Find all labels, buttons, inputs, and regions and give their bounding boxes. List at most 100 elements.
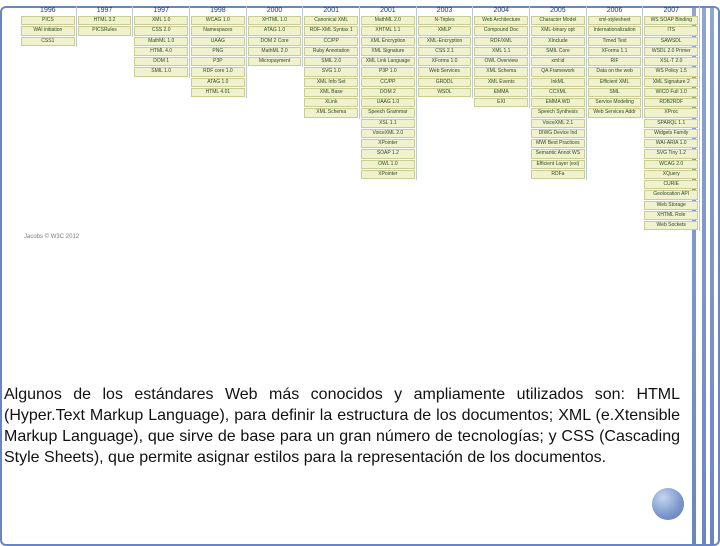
- timeline-cell: GRDDL: [418, 78, 472, 87]
- timeline-cell: HTML 3.2: [78, 16, 132, 25]
- timeline-cell: VoiceXML 2.1: [531, 119, 585, 128]
- timeline-cell: MathML 1.0: [134, 37, 188, 46]
- timeline-cell: CCXML: [531, 88, 585, 97]
- timeline-cell: WSDL: [418, 88, 472, 97]
- timeline-cell: Canonical XML: [304, 16, 358, 25]
- timeline-cell: InkML: [531, 78, 585, 87]
- timeline-cell: XProc: [644, 108, 698, 117]
- timeline-cell: XML 1.0: [134, 16, 188, 25]
- timeline-cell: Micropayment: [248, 57, 302, 66]
- timeline-cell: XHTML 1.1: [361, 26, 415, 35]
- timeline-cell: DIWG Device Ind: [531, 129, 585, 138]
- timeline-cell: HTML 4.0: [134, 47, 188, 56]
- timeline-cell: CSS 2.1: [418, 47, 472, 56]
- body-paragraph: Algunos de los estándares Web más conoci…: [4, 384, 680, 468]
- timeline-cell: SMIL Core: [531, 47, 585, 56]
- timeline-cell: QA Framework: [531, 67, 585, 76]
- timeline-year: 2001: [360, 6, 417, 15]
- timeline-year: 2001: [303, 6, 360, 15]
- timeline-cell: DOM 1: [134, 57, 188, 66]
- timeline-cell: XML-binary opt: [531, 26, 585, 35]
- timeline-cell: SML: [588, 88, 642, 97]
- timeline-cell: RDB2RDF: [644, 98, 698, 107]
- timeline-column: XML 1.0CSS 2.0MathML 1.0HTML 4.0DOM 1SMI…: [133, 15, 190, 78]
- timeline-cell: SVG Tiny 1.2: [644, 149, 698, 158]
- timeline-cell: XQuery: [644, 170, 698, 179]
- timeline-cell: XML Link Language: [361, 57, 415, 66]
- timeline-cell: XML Signature: [361, 47, 415, 56]
- timeline-cell: XInclude: [531, 37, 585, 46]
- timeline-cell: Efficient Layer (exi): [531, 160, 585, 169]
- timeline-cell: OWL 1.0: [361, 160, 415, 169]
- timeline-cell: OWL Overview: [474, 57, 528, 66]
- timeline-year: 2000: [247, 6, 304, 15]
- timeline-cell: Ruby Annotation: [304, 47, 358, 56]
- timeline-cell: Widgets Family: [644, 129, 698, 138]
- decor-stripe: [710, 8, 714, 544]
- timeline-cell: xml-stylesheet: [588, 16, 642, 25]
- timeline-columns: PICSWAI initiationCSS1HTML 3.2PICSRulesX…: [20, 15, 700, 231]
- timeline-cell: PNG: [191, 47, 245, 56]
- timeline-cell: Web Services: [418, 67, 472, 76]
- timeline-cell: Service Modeling: [588, 98, 642, 107]
- timeline-column: HTML 3.2PICSRules: [77, 15, 134, 37]
- timeline-cell: WSDL 2.0 Primer: [644, 47, 698, 56]
- decor-stripe: [702, 8, 706, 544]
- timeline-year: 1996: [20, 6, 77, 15]
- timeline-cell: WCAG 2.0: [644, 160, 698, 169]
- timeline-cell: CSS1: [21, 37, 75, 46]
- timeline-cell: XPointer: [361, 170, 415, 179]
- timeline-cell: EMMA: [474, 88, 528, 97]
- timeline-cell: ITS: [644, 26, 698, 35]
- timeline-cell: XML Schema: [304, 108, 358, 117]
- timeline-cell: SMIL 1.0: [134, 67, 188, 76]
- timeline-chart: 1996199719971998200020012001200320042005…: [20, 6, 700, 240]
- timeline-cell: Web Sockets: [644, 221, 698, 230]
- timeline-cell: XML Events: [474, 78, 528, 87]
- timeline-cell: Semantic Annot WS: [531, 149, 585, 158]
- timeline-cell: ATAG 1.0: [191, 78, 245, 87]
- timeline-cell: XSL-T 2.0: [644, 57, 698, 66]
- timeline-cell: XPointer: [361, 139, 415, 148]
- timeline-cell: WAI-ARIA 1.0: [644, 139, 698, 148]
- timeline-cell: CURIE: [644, 180, 698, 189]
- timeline-year: 2006: [587, 6, 644, 15]
- timeline-cell: DOM 2: [361, 88, 415, 97]
- timeline-cell: RDF/XML: [474, 37, 528, 46]
- timeline-year: 2004: [473, 6, 530, 15]
- timeline-cell: XML Base: [304, 88, 358, 97]
- timeline-column: xml-stylesheetInternationalizationTimed …: [587, 15, 644, 119]
- timeline-cell: Character Model: [531, 16, 585, 25]
- timeline-cell: HTML 4.01: [191, 88, 245, 97]
- timeline-cell: EXI: [474, 98, 528, 107]
- timeline-cell: Namespaces: [191, 26, 245, 35]
- timeline-cell: RIF: [588, 57, 642, 66]
- timeline-column: XHTML 1.0ATAG 1.0DOM 2 CoreMathML 2.0Mic…: [247, 15, 304, 67]
- timeline-year: 2005: [530, 6, 587, 15]
- timeline-column: MathML 2.0XHTML 1.1XML EncryptionXML Sig…: [360, 15, 417, 180]
- timeline-year: 1997: [77, 6, 134, 15]
- timeline-cell: ATAG 1.0: [248, 26, 302, 35]
- timeline-cell: XML Schema: [474, 67, 528, 76]
- timeline-cell: Web Storage: [644, 201, 698, 210]
- timeline-cell: XLink: [304, 98, 358, 107]
- timeline-years-row: 1996199719971998200020012001200320042005…: [20, 6, 700, 15]
- timeline-cell: Web Architecture: [474, 16, 528, 25]
- timeline-column: Web ArchitectureCompound DocRDF/XMLXML 1…: [473, 15, 530, 108]
- timeline-cell: XML 1.1: [474, 47, 528, 56]
- timeline-cell: WCAG 1.0: [191, 16, 245, 25]
- timeline-cell: MathML 2.0: [248, 47, 302, 56]
- timeline-cell: CC/PP: [361, 78, 415, 87]
- timeline-cell: Speech Synthesis: [531, 108, 585, 117]
- timeline-column: WCAG 1.0NamespacesUAAGPNGP3PRDF core 1.0…: [190, 15, 247, 98]
- timeline-year: 1998: [190, 6, 247, 15]
- timeline-cell: Internationalization: [588, 26, 642, 35]
- timeline-cell: RDF-XML Syntax 1: [304, 26, 358, 35]
- timeline-cell: SAWSDL: [644, 37, 698, 46]
- timeline-cell: UAAG: [191, 37, 245, 46]
- timeline-cell: PICSRules: [78, 26, 132, 35]
- timeline-cell: XHTML Role: [644, 211, 698, 220]
- timeline-year: 1997: [133, 6, 190, 15]
- timeline-cell: UAAG 1.0: [361, 98, 415, 107]
- timeline-cell: XML Signature 2: [644, 78, 698, 87]
